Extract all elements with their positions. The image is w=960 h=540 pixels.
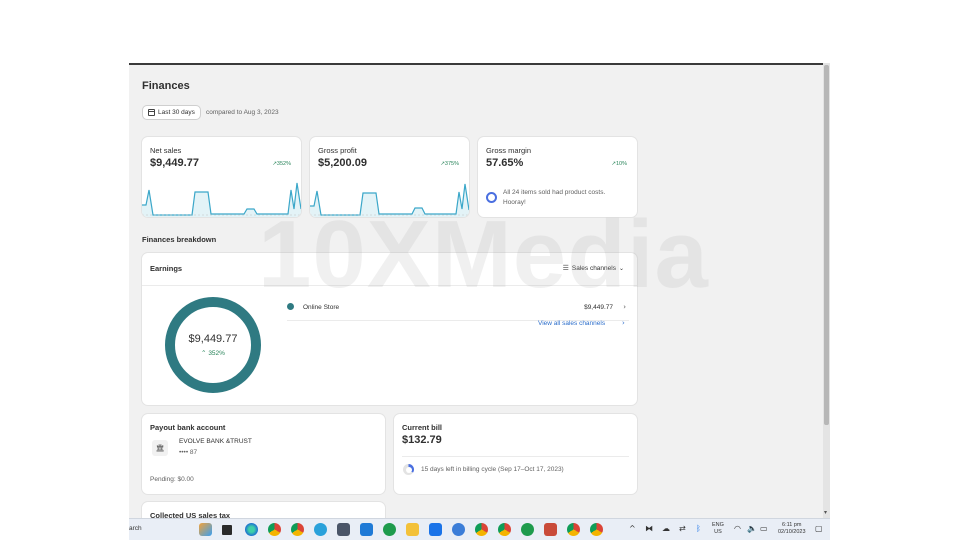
net-sales-card[interactable]: Net sales $9,449.77 ↗352% — [142, 137, 301, 217]
app-viewport: Finances Last 30 days compared to Aug 3,… — [129, 63, 830, 540]
earnings-card: Earnings ☰ Sales channels ⌄ $9,449.77 ⌃ … — [142, 253, 637, 405]
taskbar: arch ^ ⧓ ☁ ⇄ ᛒ ENG US ◠ 🔈 ▭ 6:11 pm 02/1… — [129, 518, 830, 540]
bank-icon: 🏛 — [152, 440, 168, 456]
metric-change: ↗352% — [272, 161, 291, 167]
bank-account-number: •••• 87 — [179, 449, 198, 456]
bluetooth-icon[interactable]: ᛒ — [696, 524, 701, 533]
telegram-icon[interactable] — [314, 523, 327, 536]
chrome-profile-2-icon[interactable] — [475, 523, 488, 536]
widgets-icon[interactable] — [199, 523, 212, 536]
compared-text: compared to Aug 3, 2023 — [206, 109, 279, 116]
chevron-right-icon: › — [623, 303, 626, 311]
scrollbar-thumb[interactable] — [824, 65, 829, 425]
channel-row-online-store[interactable]: Online Store $9,449.77 › — [287, 299, 629, 319]
chevron-up-icon[interactable]: ^ — [629, 524, 636, 533]
volume-icon[interactable]: 🔈 — [747, 524, 757, 533]
metric-change: ↗375% — [440, 161, 459, 167]
metric-label: Net sales — [150, 146, 182, 155]
app-green-2-icon[interactable] — [521, 523, 534, 536]
wifi-icon[interactable]: ◠ — [734, 524, 741, 533]
system-clock[interactable]: 6:11 pm 02/10/2023 — [778, 522, 806, 536]
edge-browser-icon[interactable] — [245, 523, 258, 536]
billing-cycle-progress-icon — [403, 464, 414, 475]
sales-channels-label: Sales channels — [571, 264, 616, 272]
gross-profit-sparkline — [310, 183, 469, 217]
app-blue-icon[interactable] — [429, 523, 442, 536]
chrome-profile-icon[interactable] — [291, 523, 304, 536]
payout-title: Payout bank account — [150, 423, 226, 432]
calculator-icon[interactable] — [337, 523, 350, 536]
divider — [402, 456, 629, 457]
earnings-change: ⌃ 352% — [201, 349, 225, 357]
vertical-scrollbar[interactable]: ▾ — [823, 63, 830, 518]
cloud-icon[interactable]: ☁ — [662, 524, 670, 533]
net-sales-sparkline — [142, 182, 301, 217]
view-all-sales-channels-link[interactable]: View all sales channels — [538, 320, 605, 327]
date-range-button[interactable]: Last 30 days — [142, 105, 201, 120]
earnings-title: Earnings — [150, 264, 183, 273]
date-range-label: Last 30 days — [158, 109, 195, 116]
payout-bank-card[interactable]: Payout bank account 🏛 EVOLVE BANK &TRUST… — [142, 414, 385, 494]
gross-profit-card[interactable]: Gross profit $5,200.09 ↗375% — [310, 137, 469, 217]
notification-icon[interactable]: ▢ — [815, 524, 823, 533]
sales-channels-dropdown[interactable]: ☰ Sales channels ⌄ — [562, 264, 624, 273]
vpn-shield-icon[interactable] — [452, 523, 465, 536]
section-title: Finances breakdown — [142, 235, 217, 244]
chrome-profile-3-icon[interactable] — [498, 523, 511, 536]
chevron-right-icon: › — [622, 319, 625, 327]
metric-value: $5,200.09 — [318, 157, 367, 169]
channel-value: $9,449.77 — [584, 304, 613, 311]
taskbar-search[interactable]: arch — [129, 525, 142, 532]
margin-note-text: All 24 items sold had product costs. Hoo… — [503, 189, 606, 206]
channel-color-dot — [287, 303, 294, 310]
page-title: Finances — [142, 80, 190, 92]
earnings-donut-chart — [165, 297, 261, 393]
metric-label: Gross profit — [318, 146, 357, 155]
filter-icon: ☰ — [562, 265, 569, 272]
sync-icon[interactable]: ⇄ — [679, 524, 686, 533]
channel-name: Online Store — [303, 304, 340, 311]
caret-up-icon: ⌃ — [201, 349, 207, 357]
bill-title: Current bill — [402, 423, 443, 432]
current-bill-card[interactable]: Current bill $132.79 15 days left in bil… — [394, 414, 637, 494]
divider — [142, 285, 637, 286]
gross-margin-card[interactable]: Gross margin 57.65% ↗10% All 24 items so… — [478, 137, 637, 217]
metric-value: 57.65% — [486, 157, 524, 169]
scroll-down-arrow-icon[interactable]: ▾ — [824, 509, 827, 516]
bill-amount: $132.79 — [402, 434, 442, 446]
media-icon[interactable]: ⧓ — [645, 524, 653, 533]
chevron-down-icon: ⌄ — [618, 264, 624, 272]
chrome-profile-5-icon[interactable] — [590, 523, 603, 536]
margin-note: All 24 items sold had product costs. Hoo… — [486, 188, 626, 208]
chrome-profile-4-icon[interactable] — [567, 523, 580, 536]
app-green-icon[interactable] — [383, 523, 396, 536]
chrome-icon[interactable] — [268, 523, 281, 536]
language-indicator[interactable]: ENG US — [712, 522, 724, 536]
task-view-icon[interactable] — [222, 525, 232, 535]
snipping-tool-icon[interactable] — [544, 523, 557, 536]
bank-name: EVOLVE BANK &TRUST — [179, 438, 252, 445]
metric-label: Gross margin — [486, 146, 532, 155]
earnings-total: $9,449.77 — [188, 333, 238, 345]
file-explorer-icon[interactable] — [406, 523, 419, 536]
metric-change: ↗10% — [611, 161, 627, 167]
progress-circle-icon — [486, 192, 497, 203]
app-icon[interactable] — [360, 523, 373, 536]
calendar-icon — [148, 109, 155, 116]
billing-cycle-text: 15 days left in billing cycle (Sep 17–Oc… — [421, 466, 564, 473]
battery-icon[interactable]: ▭ — [760, 524, 768, 533]
metric-value: $9,449.77 — [150, 157, 199, 169]
pending-amount: Pending: $0.00 — [150, 476, 194, 483]
